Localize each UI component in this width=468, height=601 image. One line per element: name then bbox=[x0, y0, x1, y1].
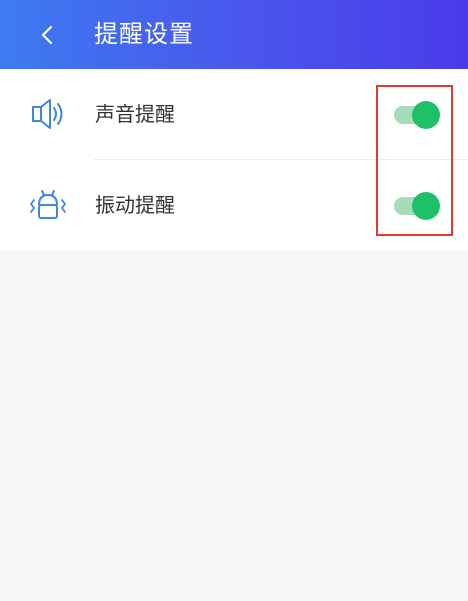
header-bar: 提醒设置 bbox=[0, 0, 468, 69]
vibrate-icon bbox=[30, 190, 66, 219]
chevron-left-icon bbox=[41, 25, 53, 45]
back-button[interactable] bbox=[30, 18, 64, 52]
page-title: 提醒设置 bbox=[94, 20, 194, 48]
toggle-highlight-box bbox=[376, 85, 453, 236]
speaker-icon bbox=[32, 99, 63, 129]
sound-reminder-label: 声音提醒 bbox=[95, 102, 175, 126]
vibrate-reminder-label: 振动提醒 bbox=[95, 193, 175, 217]
